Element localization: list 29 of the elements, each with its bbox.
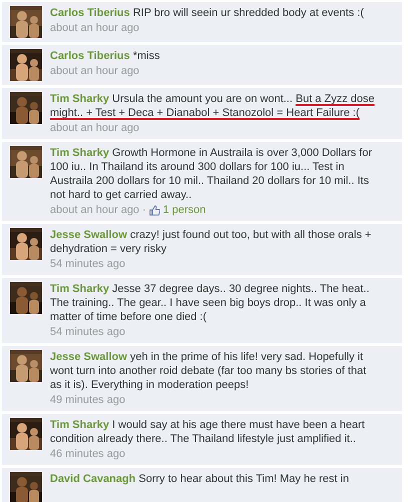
comment-text: Carlos Tiberius RIP bro will seein ur shredded body at events :( [50,6,365,20]
comment-text: Tim Sharky I would say at his age there must have been a heart condition already there.. The Thailand lifestyle just amplified it.. [50,418,366,446]
author-link[interactable]: Tim Sharky [50,93,110,105]
timestamp[interactable]: about an hour ago [50,64,140,78]
timestamp[interactable]: about an hour ago [50,121,140,135]
author-link[interactable]: Jesse Swallow [50,351,128,363]
comment-text: Jesse Swallow yeh in the prime of his life! very sad. Hopefully it wont turn into another roid debate (far too many bs stories of that as it is). Everything in moderation peeps! [50,350,368,392]
author-link[interactable]: Carlos Tiberius [50,7,130,19]
timestamp[interactable]: about an hour ago [50,203,140,217]
timestamp[interactable]: 49 minutes ago [50,393,126,407]
timestamp[interactable]: 54 minutes ago [50,325,126,339]
timestamp[interactable]: about an hour ago [50,21,140,35]
likes-link[interactable]: 1 person [162,203,206,217]
separator: · [142,203,146,217]
timestamp[interactable]: 46 minutes ago [50,447,126,461]
author-link[interactable]: Carlos Tiberius [50,50,130,62]
comment-text: Jesse Swallow crazy! just found out too, but with all those orals + dehydration = very risky [50,228,372,256]
author-link[interactable]: Tim Sharky [50,147,110,159]
thumbs-up-icon [148,204,160,216]
comment-text: Carlos Tiberius *miss [50,49,161,63]
author-link[interactable]: Tim Sharky [50,419,110,431]
timestamp[interactable]: 54 minutes ago [50,257,126,271]
comment-text: David Cavanagh Sorry to hear about this Tim! May he rest in [50,472,350,486]
author-link[interactable]: David Cavanagh [50,473,136,485]
comment-text: Tim Sharky Ursula the amount you are on wont... But a Zyzz dose might.. + Test + Deca + Dianabol + Stanozolol = Heart Failure :( [50,92,376,120]
comment-text: Tim Sharky Growth Hormone in Austraila is over 3,000 Dollars for 100 iu.. In Thailand its around 300 dollars for 100 iu... Test in Austraila 200 dollars for 10 mil.. Thailand 20 dollars for 10 mil.. Its not hard to get carried away.. [50,146,373,202]
author-link[interactable]: Jesse Swallow [50,229,128,241]
author-link[interactable]: Tim Sharky [50,283,110,295]
comment-text: Tim Sharky Jesse 37 degree days.. 30 degree nights.. The heat.. The training.. The gear.. I have seen big boys drop.. It was only a matter of time before one died :( [50,282,370,324]
